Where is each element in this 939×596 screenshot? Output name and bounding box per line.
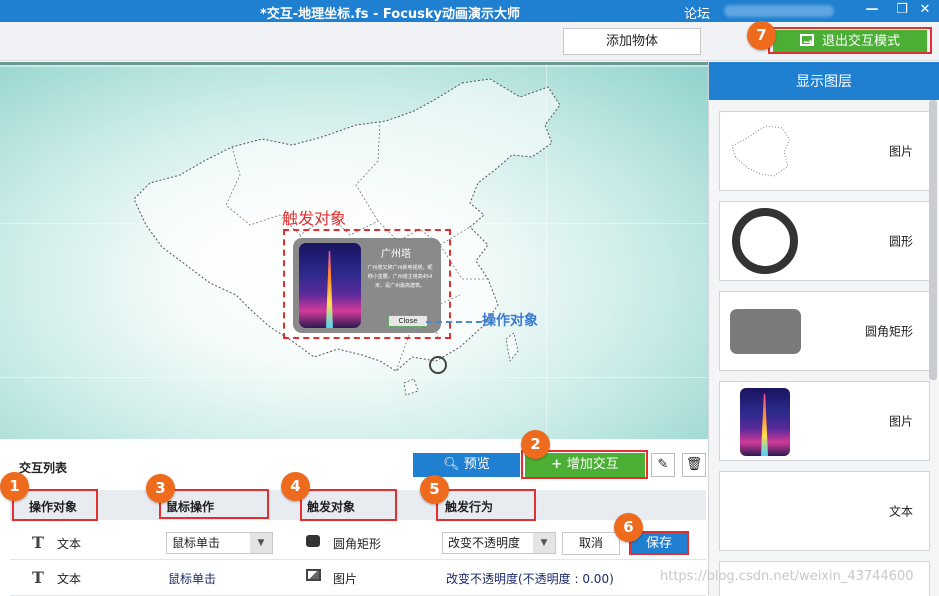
presentation-canvas[interactable]: 触发对象 广州塔 广州塔又称广州新电视塔，昵称小蛮腰，广州塔主塔高454米，是广… xyxy=(0,62,708,442)
badge-5: 5 xyxy=(420,475,449,504)
layers-scrollbar[interactable] xyxy=(929,100,937,380)
canton-tower-photo[interactable] xyxy=(299,243,361,328)
popup-close-button[interactable]: Close xyxy=(388,315,428,327)
row-trigger-behavior: 改变不透明度(不透明度 : 0.00) xyxy=(446,572,614,586)
operate-object-annotation: 操作对象 xyxy=(482,313,538,329)
row-trigger-object: 圆角矩形 xyxy=(333,537,382,551)
highlight-mouse-action xyxy=(159,489,269,519)
interaction-list-title: 交互列表 xyxy=(19,461,68,475)
row-operate-object: 文本 xyxy=(57,537,82,551)
badge-6: 6 xyxy=(614,513,643,542)
trigger-behavior-select[interactable]: 改变不透明度 ▼ xyxy=(442,532,556,554)
minimize-icon[interactable]: — xyxy=(858,0,886,22)
preview-button[interactable]: 🔍︎ 预览 xyxy=(413,453,520,477)
text-type-icon: T xyxy=(32,533,44,552)
trigger-behavior-value: 改变不透明度 xyxy=(448,536,521,550)
circle-thumbnail xyxy=(732,208,798,274)
mouse-action-value: 鼠标单击 xyxy=(172,536,221,550)
tower-shape xyxy=(761,394,768,456)
popup-title: 广州塔 xyxy=(381,249,411,260)
close-window-icon[interactable]: ✕ xyxy=(911,0,939,22)
info-popup-rounded-rect[interactable]: 广州塔 广州塔又称广州新电视塔，昵称小蛮腰，广州塔主塔高454米，是广州最高建筑… xyxy=(293,238,441,333)
circle-shape[interactable] xyxy=(429,356,447,374)
row-trigger-object: 图片 xyxy=(333,572,358,586)
layer-label: 圆角矩形 xyxy=(864,324,913,339)
image-type-icon xyxy=(306,569,321,584)
cancel-button[interactable]: 取消 xyxy=(562,532,620,555)
preview-label: 预览 xyxy=(463,457,490,472)
badge-7: 7 xyxy=(747,21,776,50)
rounded-rect-icon xyxy=(306,535,320,550)
title-bar: *交互-地理坐标.fs - Focusky动画演示大师 论坛 — ❐ ✕ xyxy=(0,0,939,22)
layer-label: 文本 xyxy=(888,504,913,519)
layer-label: 图片 xyxy=(888,144,913,159)
layer-label: 图片 xyxy=(888,414,913,429)
layer-item-rounded-rect[interactable]: 圆角矩形 xyxy=(719,291,930,371)
blurred-username xyxy=(724,5,834,17)
tower-thumbnail xyxy=(740,388,790,456)
text-type-icon: T xyxy=(32,568,44,587)
map-thumbnail xyxy=(731,125,791,177)
window-title: *交互-地理坐标.fs - Focusky动画演示大师 xyxy=(259,7,521,22)
layers-panel: 显示图层 图片 圆形 圆角矩形 图片 文本 xyxy=(708,62,939,596)
watermark: https://blog.csdn.net/weixin_43744600 xyxy=(660,569,914,584)
badge-1: 1 xyxy=(0,472,29,501)
delete-icon[interactable]: 🗑︎ xyxy=(682,453,706,477)
operate-object-pointer-line xyxy=(426,321,482,323)
highlight-trigger-object xyxy=(300,489,397,521)
row-mouse-action: 鼠标单击 xyxy=(168,572,217,586)
badge-4: 4 xyxy=(281,472,310,501)
search-icon: 🔍︎ xyxy=(443,457,464,472)
trigger-object-annotation: 触发对象 xyxy=(282,209,347,228)
layers-header: 显示图层 xyxy=(709,62,939,100)
highlight-exit-button xyxy=(768,27,932,54)
mouse-action-select[interactable]: 鼠标单击 ▼ xyxy=(166,532,273,554)
highlight-trigger-behavior xyxy=(436,489,536,521)
add-object-button[interactable]: 添加物体 xyxy=(563,28,701,55)
badge-3: 3 xyxy=(146,474,175,503)
layer-item-text[interactable]: 文本 xyxy=(719,471,930,551)
badge-2: 2 xyxy=(521,430,550,459)
chevron-down-icon: ▼ xyxy=(250,533,272,553)
layer-item-tower-photo[interactable]: 图片 xyxy=(719,381,930,461)
row-operate-object: 文本 xyxy=(57,572,82,586)
forum-link[interactable]: 论坛 xyxy=(684,3,710,22)
chevron-down-icon: ▼ xyxy=(533,533,555,553)
layer-item-map-image[interactable]: 图片 xyxy=(719,111,930,191)
layer-item-circle[interactable]: 圆形 xyxy=(719,201,930,281)
rounded-rect-thumbnail xyxy=(730,309,801,354)
popup-description: 广州塔又称广州新电视塔，昵称小蛮腰，广州塔主塔高454米，是广州最高建筑。 xyxy=(367,265,433,289)
layer-label: 圆形 xyxy=(888,234,913,249)
tower-shape xyxy=(326,251,333,328)
edit-icon[interactable]: ✎ xyxy=(651,453,675,477)
